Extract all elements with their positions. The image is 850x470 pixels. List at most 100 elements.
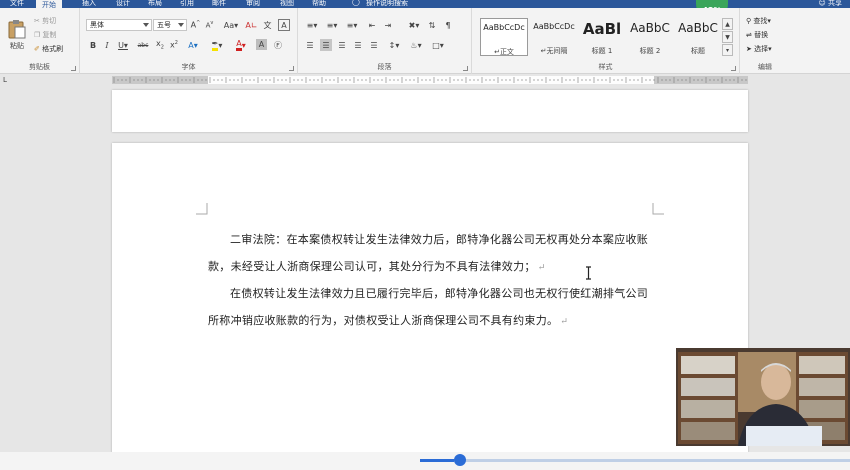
align-center-icon: ☰ — [322, 40, 330, 50]
bold-button[interactable]: B — [88, 39, 98, 51]
numbering-button[interactable]: ≡▾ — [324, 19, 340, 31]
borders-button[interactable]: □▾ — [430, 39, 446, 51]
editing-group-label: 编辑 — [758, 63, 772, 71]
change-case-icon: Aa▾ — [223, 20, 239, 30]
cut-button[interactable]: ✂ 剪切 — [34, 16, 56, 26]
text-effects-icon: A▾ — [188, 40, 198, 50]
clipboard-launcher[interactable] — [71, 66, 76, 71]
share-button[interactable]: ☺ 共享 — [818, 0, 842, 8]
enclose-characters-icon: Ⓕ — [274, 40, 282, 50]
superscript-button[interactable]: x2 — [168, 39, 180, 51]
style-normal[interactable]: AaBbCcDc ↵正文 — [480, 18, 528, 56]
tab-references[interactable]: 引用 — [180, 0, 194, 8]
italic-button[interactable]: I — [102, 39, 112, 51]
styles-more-button[interactable]: ▾ — [722, 44, 733, 56]
chinese-layout-button[interactable]: ✖▾ — [406, 19, 422, 31]
tab-mailings[interactable]: 邮件 — [212, 0, 226, 8]
enclose-characters-button[interactable]: Ⓕ — [272, 39, 284, 51]
paint-bucket-icon: ♨▾ — [410, 40, 422, 50]
font-size-value: 五号 — [157, 21, 171, 29]
style-no-spacing[interactable]: AaBbCcDc ↵无间隔 — [530, 18, 578, 56]
ribbon: 粘贴 ✂ 剪切 ❐ 复制 ✐ 格式刷 剪贴板 黑体 五号 A^ Av Aa▾ A… — [0, 8, 850, 74]
clear-format-button[interactable]: A∟ — [245, 19, 257, 31]
replace-label: 替换 — [754, 31, 769, 39]
chevron-down-icon — [143, 23, 149, 27]
tab-help[interactable]: 帮助 — [312, 0, 326, 8]
character-border-button[interactable]: A — [278, 19, 290, 31]
font-name-select[interactable]: 黑体 — [86, 19, 152, 31]
copy-button[interactable]: ❐ 复制 — [34, 30, 57, 40]
style-heading-1[interactable]: AaBl 标题 1 — [578, 18, 626, 56]
bullets-button[interactable]: ≡▾ — [304, 19, 320, 31]
sort-button[interactable]: ⇅ — [426, 19, 438, 31]
shrink-font-button[interactable]: Av — [204, 19, 215, 31]
justify-icon: ☰ — [354, 40, 362, 50]
style-heading-2[interactable]: AaBbC 标题 2 — [626, 18, 674, 56]
align-left-button[interactable]: ☰ — [304, 39, 316, 51]
tell-me-search[interactable]: 操作说明搜索 — [366, 0, 408, 8]
multilevel-list-button[interactable]: ≡▾ — [344, 19, 360, 31]
font-name-value: 黑体 — [90, 21, 104, 29]
find-button[interactable]: ⚲ 查找▾ — [746, 16, 771, 26]
clipboard-icon — [8, 20, 26, 39]
styles-launcher[interactable] — [731, 66, 736, 71]
font-launcher[interactable] — [289, 66, 294, 71]
increase-indent-button[interactable]: ⇥ — [382, 19, 394, 31]
tab-review[interactable]: 审阅 — [246, 0, 260, 8]
margin-corner-top-left — [196, 203, 208, 215]
document-page[interactable]: 二审法院：在本案债权转让发生法律效力后，郎特净化器公司无权再处分本案应收账 款，… — [112, 143, 748, 453]
horizontal-ruler[interactable] — [112, 76, 748, 84]
tab-selector[interactable]: L — [3, 77, 11, 84]
tab-file[interactable]: 文件 — [10, 0, 24, 8]
tab-view[interactable]: 视图 — [280, 0, 294, 8]
style-no-spacing-name: ↵无间隔 — [540, 47, 568, 55]
highlight-button[interactable]: ✒ ▾ — [208, 39, 226, 51]
style-heading-1-name: 标题 1 — [591, 47, 613, 55]
decrease-indent-icon: ⇤ — [368, 20, 376, 30]
line-spacing-button[interactable]: ↕▾ — [386, 39, 402, 51]
lightbulb-icon: ◯ — [352, 0, 360, 6]
phonetic-guide-button[interactable]: 文 — [262, 19, 273, 31]
show-marks-button[interactable]: ¶ — [442, 19, 454, 31]
paragraph-group: ≡▾ ≡▾ ≡▾ ⇤ ⇥ ✖▾ ⇅ ¶ ☰ ☰ ☰ ☰ ☰ ↕▾ ♨▾ □▾ 段… — [298, 8, 472, 74]
paragraph-mark-icon: ↵ — [560, 317, 569, 327]
underline-button[interactable]: U▾ — [116, 39, 130, 51]
align-right-button[interactable]: ☰ — [336, 39, 348, 51]
format-painter-button[interactable]: ✐ 格式刷 — [34, 44, 63, 54]
font-color-button[interactable]: A ▾ — [232, 39, 250, 51]
tab-insert[interactable]: 插入 — [82, 0, 96, 8]
align-center-button[interactable]: ☰ — [320, 39, 332, 51]
grow-font-icon: A^ — [190, 20, 201, 30]
decrease-indent-button[interactable]: ⇤ — [366, 19, 378, 31]
replace-button[interactable]: ⇌ 替换 — [746, 30, 768, 40]
grow-font-button[interactable]: A^ — [190, 19, 201, 31]
paragraph-launcher[interactable] — [463, 66, 468, 71]
copy-label: 复制 — [42, 31, 57, 39]
text-cursor-icon — [586, 266, 591, 280]
subscript-button[interactable]: x2 — [154, 39, 166, 51]
strikethrough-button[interactable]: abc — [136, 39, 150, 51]
chinese-layout-icon: ✖▾ — [408, 20, 420, 30]
change-case-button[interactable]: Aa▾ — [222, 19, 240, 31]
styles-scroll-up-button[interactable]: ▲ — [722, 18, 733, 30]
select-button[interactable]: ➤ 选择▾ — [746, 44, 772, 54]
tab-layout[interactable]: 布局 — [148, 0, 162, 8]
video-progress-fill — [420, 459, 455, 462]
style-title[interactable]: AaBbC 标题 — [674, 18, 722, 56]
paste-button[interactable]: 粘贴 — [6, 16, 28, 54]
text-effects-button[interactable]: A▾ — [184, 39, 202, 51]
sort-icon: ⇅ — [428, 20, 436, 30]
shading-button[interactable]: ♨▾ — [408, 39, 424, 51]
tab-design[interactable]: 设计 — [116, 0, 130, 8]
character-shading-button[interactable]: A — [256, 39, 267, 50]
styles-scroll-down-button[interactable]: ▼ — [722, 31, 733, 43]
paragraph-1-line-1: 二审法院：在本案债权转让发生法律效力后，郎特净化器公司无权再处分本案应收账 — [230, 233, 649, 246]
borders-icon: □▾ — [432, 40, 444, 50]
video-progress-thumb[interactable] — [454, 454, 466, 466]
styles-group: AaBbCcDc ↵正文 AaBbCcDc ↵无间隔 AaBl 标题 1 AaB… — [472, 8, 740, 74]
style-normal-sample: AaBbCcDc — [483, 23, 525, 32]
justify-button[interactable]: ☰ — [352, 39, 364, 51]
distributed-button[interactable]: ☰ — [368, 39, 380, 51]
font-size-select[interactable]: 五号 — [153, 19, 187, 31]
video-progress-track[interactable] — [420, 459, 850, 462]
